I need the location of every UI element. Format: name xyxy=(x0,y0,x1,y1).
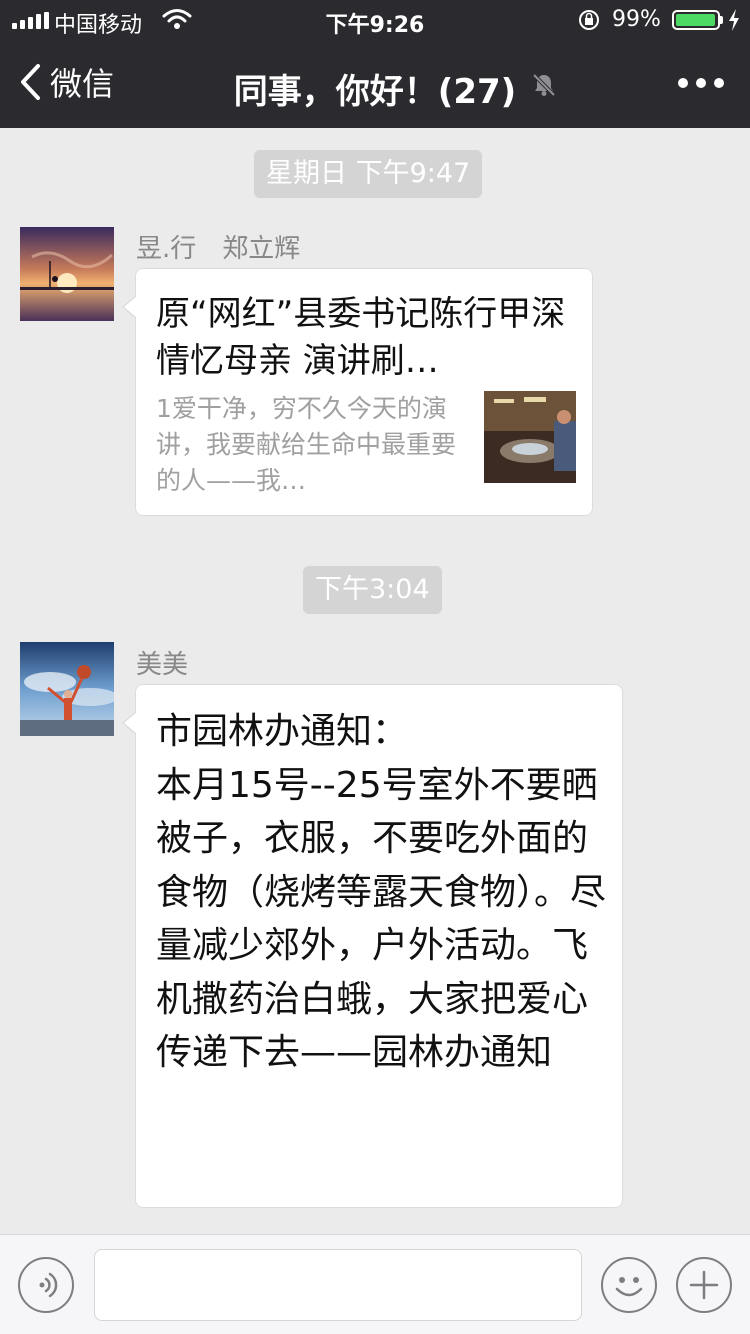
emoji-button[interactable] xyxy=(601,1257,657,1313)
plus-icon xyxy=(689,1270,719,1300)
input-bar xyxy=(0,1234,750,1334)
avatar-image xyxy=(20,642,114,736)
link-card[interactable]: 原“网红”县委书记陈行甲深情忆母亲 演讲刷… 1爱干净，穷不久今天的演讲，我要献… xyxy=(122,268,593,516)
top-bar: 中国移动 下午9:26 99% 微信 同事，你好！(27) xyxy=(0,0,750,128)
sender-name: 美美 xyxy=(136,650,189,680)
more-dot-icon xyxy=(678,78,688,88)
more-button[interactable] xyxy=(678,78,724,88)
nav-bar: 微信 同事，你好！(27) xyxy=(0,40,750,128)
avatar-image xyxy=(20,227,114,321)
more-dot-icon xyxy=(696,78,706,88)
mute-bell-icon xyxy=(532,73,556,97)
avatar[interactable] xyxy=(20,227,114,321)
chat-title: 同事，你好！(27) xyxy=(233,72,517,112)
message-text: 市园林办通知： 本月15号--25号室外不要晒被子，衣服，不要吃外面的食物（烧烤… xyxy=(156,711,607,1073)
battery-tip xyxy=(720,16,723,24)
timestamp: 星期日 下午9:47 xyxy=(254,150,483,198)
timestamp: 下午3:04 xyxy=(303,566,442,614)
status-bar: 中国移动 下午9:26 99% xyxy=(0,0,750,40)
voice-button[interactable] xyxy=(18,1257,74,1313)
more-actions-button[interactable] xyxy=(676,1257,732,1313)
voice-icon xyxy=(39,1272,58,1298)
charging-icon xyxy=(729,9,739,31)
avatar[interactable] xyxy=(20,642,114,736)
message-input[interactable] xyxy=(94,1249,582,1321)
battery-icon xyxy=(672,10,720,30)
message-bubble[interactable]: 市园林办通知： 本月15号--25号室外不要晒被子，衣服，不要吃外面的食物（烧烤… xyxy=(122,684,623,1208)
rotation-lock-icon xyxy=(579,10,599,30)
battery-percent: 99% xyxy=(612,7,661,32)
more-dot-icon xyxy=(714,78,724,88)
link-thumbnail xyxy=(484,391,576,483)
emoji-icon xyxy=(615,1277,643,1297)
link-description: 1爱干净，穷不久今天的演讲，我要献给生命中最重要的人——我… xyxy=(156,394,457,495)
sender-name: 昱.行 郑立辉 xyxy=(136,234,301,264)
link-title: 原“网红”县委书记陈行甲深情忆母亲 演讲刷… xyxy=(156,294,566,381)
